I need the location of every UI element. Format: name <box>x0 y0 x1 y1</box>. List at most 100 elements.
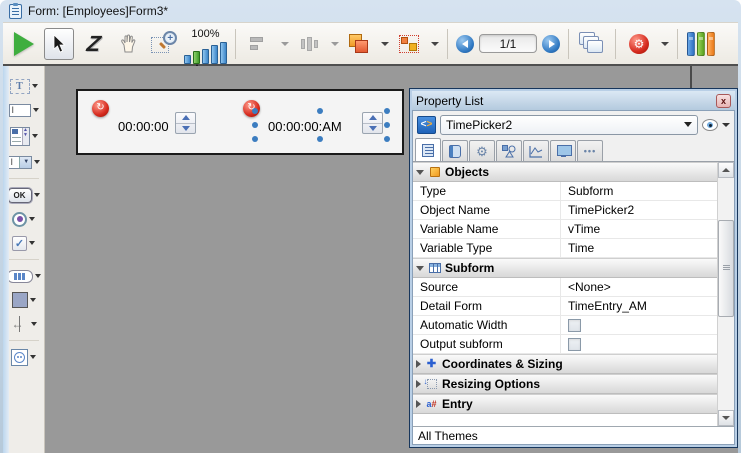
tab-objects[interactable] <box>496 140 522 161</box>
property-value[interactable]: Subform <box>561 182 717 200</box>
output-subform-checkbox[interactable] <box>568 338 581 351</box>
group-dropdown-arrow[interactable] <box>431 42 439 46</box>
tab-more[interactable]: ••• <box>577 140 603 161</box>
level-dropdown-arrow[interactable] <box>381 42 389 46</box>
group-button[interactable] <box>394 28 424 60</box>
spinner-down-button[interactable] <box>176 124 195 134</box>
pan-tool-button[interactable] <box>114 28 144 60</box>
distribute-button[interactable] <box>294 28 324 60</box>
text-tool-dropdown-arrow[interactable] <box>32 84 38 88</box>
form-pages-button[interactable] <box>577 28 607 60</box>
level-icon <box>349 34 369 54</box>
combobox-tool[interactable]: I▼ <box>8 153 40 171</box>
buttongrid-tool-dropdown-arrow[interactable] <box>35 274 41 278</box>
align-dropdown-arrow[interactable] <box>281 42 289 46</box>
listbox-tool[interactable]: ▲▼ <box>10 125 38 147</box>
property-value[interactable]: TimeEntry_AM <box>561 297 717 315</box>
tab-appearance[interactable] <box>550 140 576 161</box>
selection-handle[interactable] <box>252 108 258 114</box>
selection-handle[interactable] <box>252 122 258 128</box>
automatic-width-checkbox[interactable] <box>568 319 581 332</box>
input-tool[interactable]: I <box>9 101 39 119</box>
timepicker2-spinner[interactable] <box>362 112 383 134</box>
scroll-track[interactable] <box>718 178 734 410</box>
rectangle-tool-dropdown-arrow[interactable] <box>30 298 36 302</box>
splitter-tool[interactable] <box>11 315 37 333</box>
form-canvas[interactable]: ↻ 00:00:00 ↻ 00:00:00:AM <box>45 66 738 453</box>
section-coordinates-sizing[interactable]: ✚ Coordinates & Sizing <box>413 354 717 374</box>
buttongrid-tool[interactable] <box>7 267 41 285</box>
entry-order-tool-button[interactable]: Z <box>79 28 109 60</box>
checkbox-tool-dropdown-arrow[interactable] <box>29 241 35 245</box>
titlebar[interactable]: Form: [Employees]Form3* <box>3 0 738 22</box>
level-button[interactable] <box>344 28 374 60</box>
section-subform[interactable]: Subform <box>413 258 717 278</box>
scroll-up-button[interactable] <box>718 162 734 178</box>
radio-tool[interactable] <box>12 210 35 228</box>
spinner-down-button[interactable] <box>363 124 382 134</box>
timepicker1-value[interactable]: 00:00:00 <box>118 119 169 134</box>
tab-events[interactable] <box>523 140 549 161</box>
close-icon[interactable]: x <box>716 94 731 108</box>
spinner-up-button[interactable] <box>176 113 195 124</box>
zoom-bars-icon[interactable] <box>184 40 227 64</box>
selection-handle[interactable] <box>384 136 390 142</box>
display-options-button[interactable]: ⚙ <box>624 28 654 60</box>
execute-form-button[interactable] <box>9 28 39 60</box>
checkbox-tool[interactable]: ✓ <box>12 234 35 252</box>
property-value[interactable]: vTime <box>561 220 717 238</box>
property-list-titlebar[interactable]: Property List x <box>412 91 735 110</box>
previous-page-button[interactable] <box>456 35 474 53</box>
cube-icon <box>430 167 440 177</box>
property-value[interactable]: Time <box>561 239 717 257</box>
property-grid-scrollbar[interactable] <box>717 162 734 426</box>
scroll-thumb[interactable] <box>718 220 734 317</box>
distribute-dropdown-arrow[interactable] <box>331 42 339 46</box>
text-tool[interactable]: T <box>10 77 38 95</box>
combobox-tool-dropdown-arrow[interactable] <box>34 160 40 164</box>
selection-handle[interactable] <box>317 108 323 114</box>
radio-tool-dropdown-arrow[interactable] <box>29 217 35 221</box>
tab-properties[interactable] <box>415 138 441 161</box>
timepicker1-spinner[interactable] <box>175 112 196 134</box>
selection-handle[interactable] <box>252 136 258 142</box>
zoom-level-control[interactable]: 100% <box>184 24 227 64</box>
spinner-up-button[interactable] <box>363 113 382 124</box>
form-design-area[interactable]: ↻ 00:00:00 ↻ 00:00:00:AM <box>76 89 404 155</box>
object-nav-button[interactable]: <> <box>417 116 436 134</box>
plugin-tool-dropdown-arrow[interactable] <box>30 355 36 359</box>
toolbar-separator <box>677 29 678 59</box>
selection-tool-button[interactable] <box>44 28 74 60</box>
tab-settings[interactable]: ⚙ <box>469 140 495 161</box>
timepicker2-value[interactable]: 00:00:00:AM <box>268 119 342 134</box>
themes-status-bar[interactable]: All Themes <box>413 426 734 444</box>
property-label: Object Name <box>413 201 561 219</box>
scroll-down-button[interactable] <box>718 410 734 426</box>
plugin-tool[interactable] <box>11 348 36 366</box>
section-entry[interactable]: a# Entry <box>413 394 717 414</box>
next-page-button[interactable] <box>542 35 560 53</box>
object-selector-dropdown[interactable]: TimePicker2 <box>440 115 698 135</box>
splitter-tool-dropdown-arrow[interactable] <box>31 322 37 326</box>
button-tool-dropdown-arrow[interactable] <box>34 193 40 197</box>
hand-icon <box>119 34 139 54</box>
selection-handle[interactable] <box>384 122 390 128</box>
library-button[interactable] <box>686 28 716 60</box>
section-label: Coordinates & Sizing <box>442 357 563 371</box>
selection-handle[interactable] <box>384 108 390 114</box>
property-value[interactable]: TimePicker2 <box>561 201 717 219</box>
zoom-tool-button[interactable]: + <box>149 28 179 60</box>
section-resizing-options[interactable]: Resizing Options <box>413 374 717 394</box>
button-tool[interactable]: OK <box>8 186 40 204</box>
section-objects[interactable]: Objects <box>413 162 717 182</box>
section-label: Resizing Options <box>442 377 540 391</box>
view-options-button[interactable] <box>702 119 730 131</box>
tab-data[interactable] <box>442 140 468 161</box>
display-options-dropdown-arrow[interactable] <box>661 42 669 46</box>
property-value[interactable]: <None> <box>561 278 717 296</box>
align-button[interactable] <box>244 28 274 60</box>
listbox-tool-dropdown-arrow[interactable] <box>32 134 38 138</box>
selection-handle[interactable] <box>317 136 323 142</box>
input-tool-dropdown-arrow[interactable] <box>33 108 39 112</box>
rectangle-tool[interactable] <box>12 291 36 309</box>
